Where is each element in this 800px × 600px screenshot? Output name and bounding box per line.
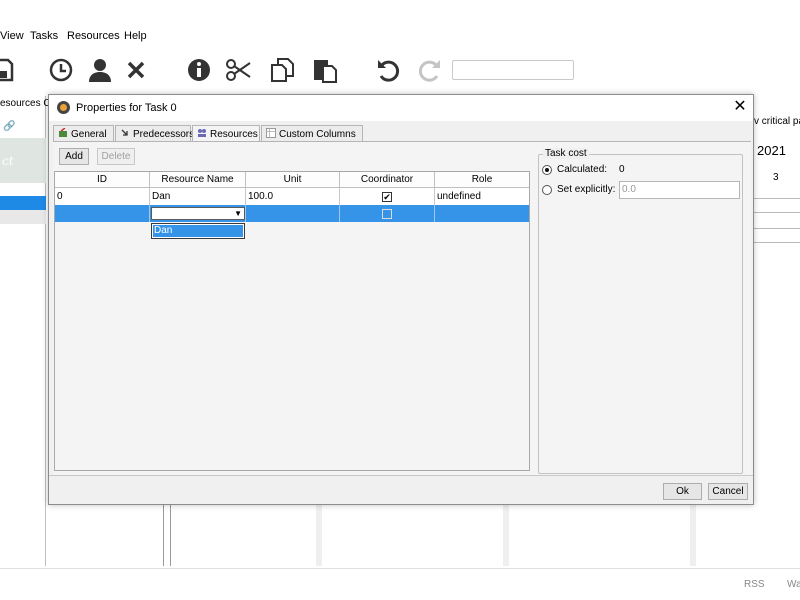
status-label: Wa bbox=[787, 579, 800, 590]
paste-icon[interactable] bbox=[311, 56, 339, 84]
tree-row-selected[interactable] bbox=[0, 196, 46, 210]
grid-column bbox=[690, 504, 696, 566]
tab-resources[interactable]: Resources bbox=[192, 125, 260, 142]
save-icon[interactable] bbox=[0, 56, 16, 84]
resource-name-combobox[interactable]: ▼ bbox=[151, 207, 245, 220]
task-cost-legend: Task cost bbox=[543, 148, 589, 159]
resources-tab-icon bbox=[197, 128, 207, 138]
tree-row[interactable] bbox=[0, 210, 46, 224]
grid-column bbox=[316, 504, 322, 566]
column-header-role[interactable]: Role bbox=[435, 172, 529, 188]
arrow-icon bbox=[120, 128, 130, 138]
chart-area bbox=[46, 504, 800, 566]
cell-coordinator[interactable] bbox=[340, 205, 435, 222]
column-header-id[interactable]: ID bbox=[55, 172, 150, 188]
dropdown-option[interactable]: Dan bbox=[153, 225, 243, 237]
calculated-label: Calculated: bbox=[557, 164, 608, 175]
critical-path-header[interactable]: v critical pa bbox=[754, 116, 800, 138]
close-icon[interactable]: ✕ bbox=[732, 99, 748, 115]
calculated-value: 0 bbox=[619, 164, 625, 175]
tab-resources-label: Resources bbox=[210, 129, 258, 140]
set-explicitly-label: Set explicitly: bbox=[557, 184, 616, 195]
explicit-cost-input[interactable]: 0.0 bbox=[619, 181, 740, 199]
tab-predecessors-label: Predecessors bbox=[133, 129, 195, 140]
delete-button: Delete bbox=[97, 148, 135, 165]
status-bar bbox=[0, 568, 800, 600]
column-header-unit[interactable]: Unit bbox=[246, 172, 340, 188]
menu-tasks[interactable]: Tasks bbox=[30, 30, 58, 42]
task-properties-dialog: Properties for Task 0 ✕ General Predeces… bbox=[48, 94, 754, 505]
cell-role[interactable]: undefined bbox=[435, 188, 529, 205]
menu-bar: View Tasks Resources Help bbox=[0, 26, 800, 46]
tab-general-label: General bbox=[71, 129, 107, 140]
coordinator-checkbox[interactable]: ✔ bbox=[382, 192, 392, 202]
cell-id[interactable]: 0 bbox=[55, 188, 150, 205]
table-row[interactable]: 0 Dan 100.0 ✔ undefined bbox=[55, 188, 529, 205]
column-header-coordinator[interactable]: Coordinator bbox=[340, 172, 435, 188]
resource-table: ID Resource Name Unit Coordinator Role 0… bbox=[54, 171, 530, 471]
grid-column bbox=[503, 504, 509, 566]
task-cost-group bbox=[538, 154, 743, 474]
cell-id[interactable] bbox=[55, 205, 150, 222]
dialog-title: Properties for Task 0 bbox=[76, 102, 177, 114]
cell-unit[interactable]: 100.0 bbox=[246, 188, 340, 205]
redo-icon bbox=[415, 56, 443, 84]
menu-view[interactable]: View bbox=[0, 30, 24, 42]
dialog-title-bar[interactable]: Properties for Task 0 ✕ bbox=[49, 95, 753, 121]
coordinator-checkbox[interactable] bbox=[382, 209, 392, 219]
menu-resources[interactable]: Resources bbox=[67, 30, 120, 42]
tab-predecessors[interactable]: Predecessors bbox=[115, 125, 195, 141]
footer-divider bbox=[49, 475, 753, 476]
toolbar bbox=[0, 46, 800, 94]
timeline-year: 2021 bbox=[757, 143, 786, 158]
panel-divider bbox=[170, 504, 171, 566]
undo-icon[interactable] bbox=[375, 56, 403, 84]
table-icon bbox=[266, 128, 276, 138]
timeline-day: 3 bbox=[773, 172, 779, 183]
panel-divider bbox=[163, 504, 164, 566]
cell-resource-name[interactable]: Dan bbox=[150, 188, 246, 205]
tab-custom-columns[interactable]: Custom Columns bbox=[261, 125, 363, 141]
clock-icon[interactable] bbox=[47, 56, 75, 84]
add-button[interactable]: Add bbox=[59, 148, 89, 165]
cut-icon[interactable] bbox=[225, 56, 253, 84]
person-icon[interactable] bbox=[86, 56, 114, 84]
cell-coordinator[interactable]: ✔ bbox=[340, 188, 435, 205]
calculated-radio[interactable] bbox=[542, 165, 552, 175]
cancel-button[interactable]: Cancel bbox=[708, 483, 748, 500]
project-logo-text: ct bbox=[2, 154, 14, 168]
copy-icon[interactable] bbox=[268, 56, 296, 84]
gantt-rows bbox=[753, 190, 800, 250]
tab-custom-columns-label: Custom Columns bbox=[279, 129, 356, 140]
cell-unit[interactable] bbox=[246, 205, 340, 222]
menu-help[interactable]: Help bbox=[124, 30, 147, 42]
tab-general[interactable]: General bbox=[53, 125, 114, 141]
delete-icon[interactable] bbox=[122, 56, 150, 84]
info-icon[interactable] bbox=[185, 56, 213, 84]
ok-button[interactable]: Ok bbox=[663, 483, 702, 500]
rss-label[interactable]: RSS bbox=[744, 579, 765, 590]
chevron-down-icon[interactable]: ▼ bbox=[234, 208, 242, 220]
link-icon[interactable]: 🔗 bbox=[3, 121, 15, 132]
app-icon bbox=[57, 101, 70, 114]
column-header-resource-name[interactable]: Resource Name bbox=[150, 172, 246, 188]
table-row-selected[interactable]: ▼ bbox=[55, 205, 529, 222]
cell-role[interactable] bbox=[435, 205, 529, 222]
resource-dropdown-list: Dan bbox=[151, 223, 245, 239]
resources-chart-tab[interactable]: esources Ch bbox=[0, 98, 48, 116]
set-explicitly-radio[interactable] bbox=[542, 185, 552, 195]
search-input[interactable] bbox=[452, 60, 574, 80]
general-tab-icon bbox=[58, 127, 68, 138]
